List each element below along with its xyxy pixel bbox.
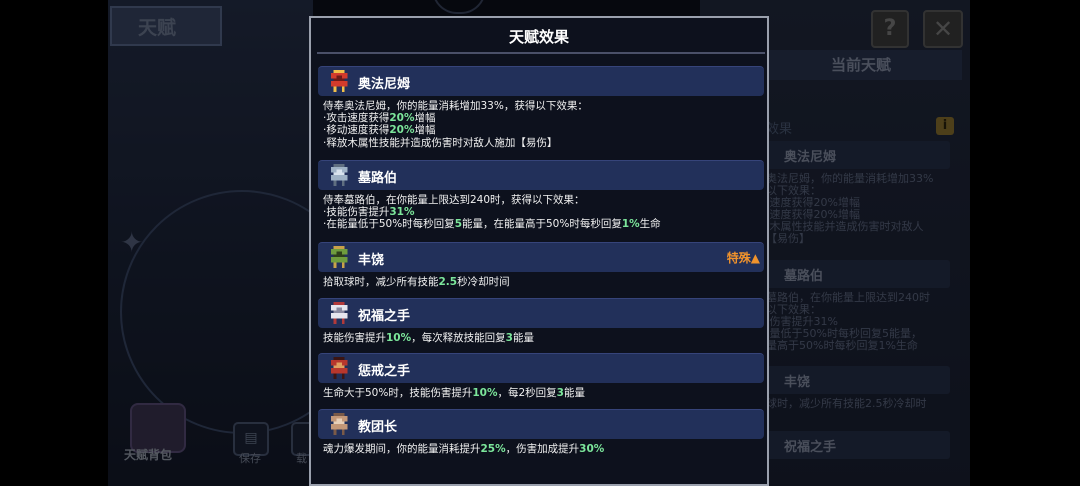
talent-name: 教团长 xyxy=(358,420,398,435)
highlighted-value: 10% xyxy=(472,387,498,399)
description-line: 生命大于50%时，技能伤害提升10%，每2秒回复3能量 xyxy=(323,387,763,399)
highlighted-value: 25% xyxy=(480,443,506,455)
highlighted-value: 30% xyxy=(579,443,605,455)
cult-leader-icon xyxy=(328,413,350,435)
letterbox-left xyxy=(0,0,108,486)
description-text: ·在能量低于50%时每秒回复 xyxy=(323,218,455,231)
description-line: ·释放木属性技能并造成伤害时对敌人施加【易伤】 xyxy=(323,137,763,149)
highlighted-value: 31% xyxy=(389,206,415,219)
highlighted-value: 1% xyxy=(621,218,640,231)
talent-header[interactable]: 祝福之手 xyxy=(318,298,764,328)
highlighted-value: 3 xyxy=(505,332,513,344)
highlighted-value: 20% xyxy=(389,112,415,125)
description-text: 增幅 xyxy=(414,112,436,125)
description-text: ，每2秒回复 xyxy=(497,387,557,399)
talent-description: 魂力爆发期间，你的能量消耗提升25%，伤害加成提升30% xyxy=(323,443,763,455)
red-armored-knight-icon xyxy=(328,70,350,92)
description-line: ·技能伤害提升31% xyxy=(323,206,763,218)
stone-tomb-guardian-icon xyxy=(328,164,350,186)
description-text: 魂力爆发期间，你的能量消耗提升 xyxy=(323,443,481,455)
description-line: 拾取球时，减少所有技能2.5秒冷却时间 xyxy=(323,276,763,288)
talent-description: 拾取球时，减少所有技能2.5秒冷却时间 xyxy=(323,276,763,288)
description-text: 能量 xyxy=(512,332,534,344)
description-text: ·技能伤害提升 xyxy=(323,206,390,219)
description-line: ·移动速度获得20%增幅 xyxy=(323,124,763,136)
talent-name: 祝福之手 xyxy=(358,309,411,324)
description-line: 技能伤害提升10%，每次释放技能回复3能量 xyxy=(323,332,763,344)
letterbox-right xyxy=(970,0,1080,486)
description-text: 能量 xyxy=(563,387,585,399)
talent-description: 侍奉墓路伯，在你能量上限达到240时，获得以下效果： ·技能伤害提升31% ·在能量… xyxy=(323,194,763,231)
highlighted-value: 5 xyxy=(454,218,462,231)
highlighted-value: 3 xyxy=(556,387,564,399)
description-line: 侍奉奥法尼姆，你的能量消耗增加33%，获得以下效果： xyxy=(323,100,763,112)
description-text: 增幅 xyxy=(414,124,436,137)
description-text: ·移动速度获得 xyxy=(323,124,390,137)
talent-header[interactable]: 丰饶 特殊▲ xyxy=(318,242,764,272)
description-text: 侍奉奥法尼姆，你的能量消耗增加33%，获得以下效果： xyxy=(323,100,588,112)
talent-name: 奥法尼姆 xyxy=(358,77,411,92)
talent-name: 丰饶 xyxy=(358,253,385,268)
green-horned-mask-icon xyxy=(328,246,350,268)
highlighted-value: 10% xyxy=(386,332,412,344)
description-text: 侍奉墓路伯，在你能量上限达到240时，获得以下效果： xyxy=(323,194,585,206)
talent-name: 墓路伯 xyxy=(358,171,398,186)
highlighted-value: 20% xyxy=(389,124,415,137)
description-line: 侍奉墓路伯，在你能量上限达到240时，获得以下效果： xyxy=(323,194,763,206)
talent-effect-dialog: 天赋效果 奥法尼姆侍奉奥法尼姆，你的能量消耗增加33%，获得以下效果： ·攻击速度… xyxy=(309,16,769,486)
talent-header[interactable]: 惩戒之手 xyxy=(318,353,764,383)
title-divider xyxy=(317,52,765,54)
description-text: 拾取球时，减少所有技能 xyxy=(323,276,439,288)
description-text: ，伤害加成提升 xyxy=(505,443,580,455)
description-text: 技能伤害提升 xyxy=(323,332,386,344)
description-text: ·释放木属性技能并造成伤害时对敌人施加【易伤】 xyxy=(323,136,558,149)
talent-name: 惩戒之手 xyxy=(358,364,411,379)
description-line: 魂力爆发期间，你的能量消耗提升25%，伤害加成提升30% xyxy=(323,443,763,455)
talent-description: 生命大于50%时，技能伤害提升10%，每2秒回复3能量 xyxy=(323,387,763,399)
description-line: ·攻击速度获得20%增幅 xyxy=(323,112,763,124)
talent-header[interactable]: 教团长 xyxy=(318,409,764,439)
special-tag[interactable]: 特殊▲ xyxy=(727,249,760,266)
description-line: ·在能量低于50%时每秒回复5能量，在能量高于50%时每秒回复1%生命 xyxy=(323,218,763,230)
talent-description: 侍奉奥法尼姆，你的能量消耗增加33%，获得以下效果： ·攻击速度获得20%增幅 ·移… xyxy=(323,100,763,149)
description-text: ，每次释放技能回复 xyxy=(411,332,506,344)
description-text: 能量，在能量高于50%时每秒回复 xyxy=(462,218,622,231)
highlighted-value: 2.5 xyxy=(438,276,458,288)
dialog-title: 天赋效果 xyxy=(508,28,569,46)
talent-description: 技能伤害提升10%，每次释放技能回复3能量 xyxy=(323,332,763,344)
description-text: 生命 xyxy=(639,218,661,231)
description-text: 秒冷却时间 xyxy=(457,276,510,288)
talent-header[interactable]: 墓路伯 xyxy=(318,160,764,190)
punishing-hand-icon xyxy=(328,357,350,379)
description-text: 生命大于50%时，技能伤害提升 xyxy=(323,387,473,399)
talent-header[interactable]: 奥法尼姆 xyxy=(318,66,764,96)
blessing-hand-icon xyxy=(328,302,350,324)
description-text: ·攻击速度获得 xyxy=(323,112,390,125)
